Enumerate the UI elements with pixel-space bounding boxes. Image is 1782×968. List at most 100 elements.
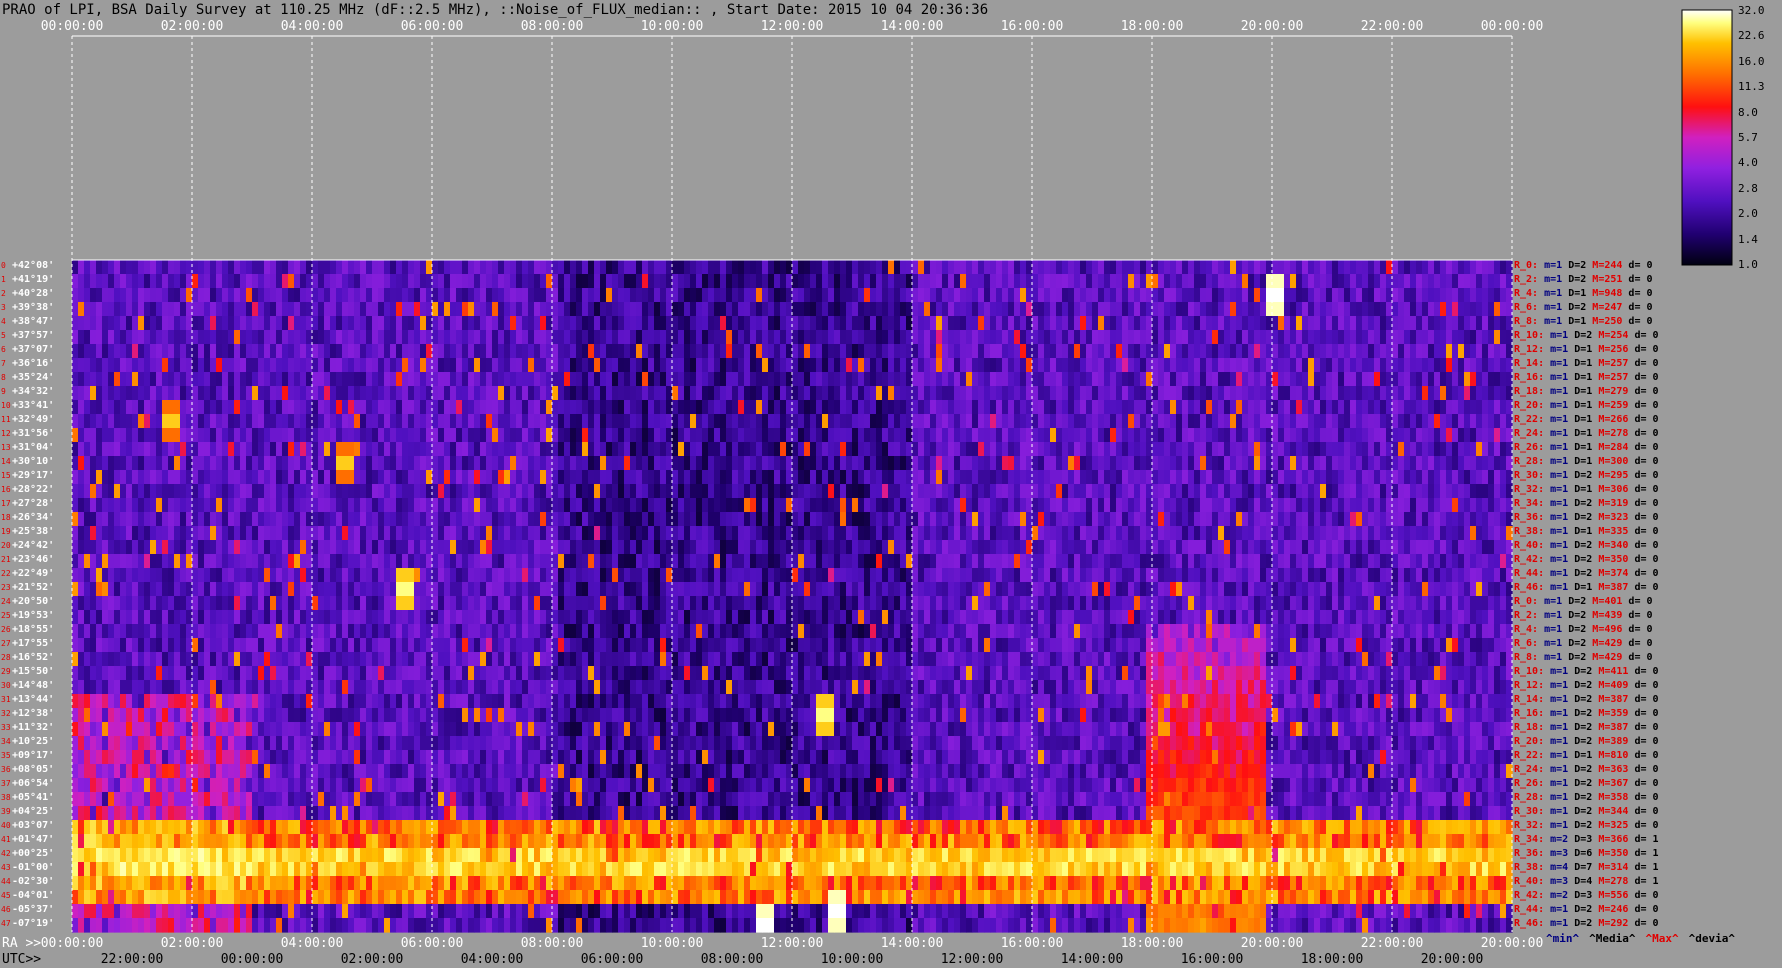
heatmap-cell (1128, 526, 1135, 541)
heatmap-cell (1242, 330, 1249, 345)
heatmap-cell (1434, 484, 1441, 499)
heatmap-cell (450, 316, 457, 331)
heatmap-cell (1164, 274, 1171, 289)
heatmap-cell (750, 358, 757, 373)
heatmap-cell (438, 372, 445, 387)
heatmap-cell (990, 330, 997, 345)
heatmap-cell (1200, 330, 1207, 345)
heatmap-cell (72, 330, 79, 345)
heatmap-cell (1338, 512, 1345, 527)
heatmap-cell (1128, 456, 1135, 471)
heatmap-cell (156, 372, 163, 387)
heatmap-cell (738, 316, 745, 331)
heatmap-cell (1122, 330, 1129, 345)
heatmap-cell (732, 470, 739, 485)
heatmap-cell (126, 274, 133, 289)
heatmap-cell (366, 456, 373, 471)
heatmap-cell (618, 330, 625, 345)
heatmap-cell (570, 316, 577, 331)
heatmap-cell (462, 316, 469, 331)
heatmap-cell (1350, 358, 1357, 373)
heatmap-cell (600, 260, 607, 275)
heatmap-cell (834, 498, 841, 513)
heatmap-cell (84, 484, 91, 499)
heatmap-cell (1476, 512, 1483, 527)
heatmap-cell (414, 484, 421, 499)
heatmap-cell (504, 274, 511, 289)
heatmap-cell (168, 442, 175, 457)
heatmap-cell (894, 498, 901, 513)
heatmap-cell (1284, 470, 1291, 485)
heatmap-cell (1038, 260, 1045, 275)
heatmap-cell (216, 358, 223, 373)
heatmap-cell (1284, 260, 1291, 275)
heatmap-cell (852, 288, 859, 303)
heatmap-cell (1320, 330, 1327, 345)
heatmap-cell (1446, 372, 1453, 387)
heatmap-cell (1050, 470, 1057, 485)
heatmap-cell (180, 428, 187, 443)
heatmap-cell (108, 428, 115, 443)
heatmap-cell (192, 288, 199, 303)
heatmap-cell (702, 428, 709, 443)
heatmap-cell (834, 330, 841, 345)
heatmap-cell (1290, 428, 1297, 443)
heatmap-cell (978, 540, 985, 555)
heatmap-cell (654, 316, 661, 331)
heatmap-cell (1254, 512, 1261, 527)
heatmap-cell (918, 540, 925, 555)
heatmap-cell (1152, 274, 1159, 289)
heatmap-cell (360, 512, 367, 527)
heatmap-cell (498, 400, 505, 415)
heatmap-cell (366, 358, 373, 373)
heatmap-cell (852, 470, 859, 485)
heatmap-cell (498, 316, 505, 331)
heatmap-cell (912, 372, 919, 387)
heatmap-cell (648, 540, 655, 555)
heatmap-cell (798, 386, 805, 401)
heatmap-cell (600, 288, 607, 303)
heatmap-cell (168, 540, 175, 555)
heatmap-cell (780, 372, 787, 387)
heatmap-cell (684, 288, 691, 303)
heatmap-cell (1416, 358, 1423, 373)
heatmap-cell (1062, 260, 1069, 275)
heatmap-cell (966, 498, 973, 513)
heatmap-cell (618, 274, 625, 289)
heatmap-cell (1134, 302, 1141, 317)
heatmap-cell (1020, 302, 1027, 317)
heatmap-cell (1194, 484, 1201, 499)
heatmap-cell (1464, 526, 1471, 541)
heatmap-cell (180, 316, 187, 331)
heatmap-cell (1062, 442, 1069, 457)
heatmap-cell (864, 372, 871, 387)
heatmap-cell (816, 288, 823, 303)
heatmap-cell (1164, 358, 1171, 373)
heatmap-cell (1110, 526, 1117, 541)
heatmap-cell (1044, 540, 1051, 555)
heatmap-cell (552, 498, 559, 513)
heatmap-cell (276, 274, 283, 289)
heatmap-cell (354, 498, 361, 513)
heatmap-cell (1218, 470, 1225, 485)
heatmap-cell (1068, 442, 1075, 457)
heatmap-cell (216, 456, 223, 471)
heatmap-cell (1158, 498, 1165, 513)
heatmap-cell (138, 442, 145, 457)
heatmap-cell (810, 526, 817, 541)
heatmap-cell (1290, 526, 1297, 541)
heatmap-cell (1164, 344, 1171, 359)
heatmap-cell (822, 540, 829, 555)
heatmap-cell (1122, 512, 1129, 527)
heatmap-cell (1398, 428, 1405, 443)
heatmap-cell (1176, 442, 1183, 457)
heatmap-cell (294, 400, 301, 415)
heatmap-cell (1116, 288, 1123, 303)
heatmap-cell (390, 302, 397, 317)
heatmap-cell (1044, 358, 1051, 373)
heatmap-cell (624, 344, 631, 359)
heatmap-cell (1236, 400, 1243, 415)
heatmap-cell (1164, 414, 1171, 429)
heatmap-cell (480, 400, 487, 415)
heatmap-cell (1314, 484, 1321, 499)
